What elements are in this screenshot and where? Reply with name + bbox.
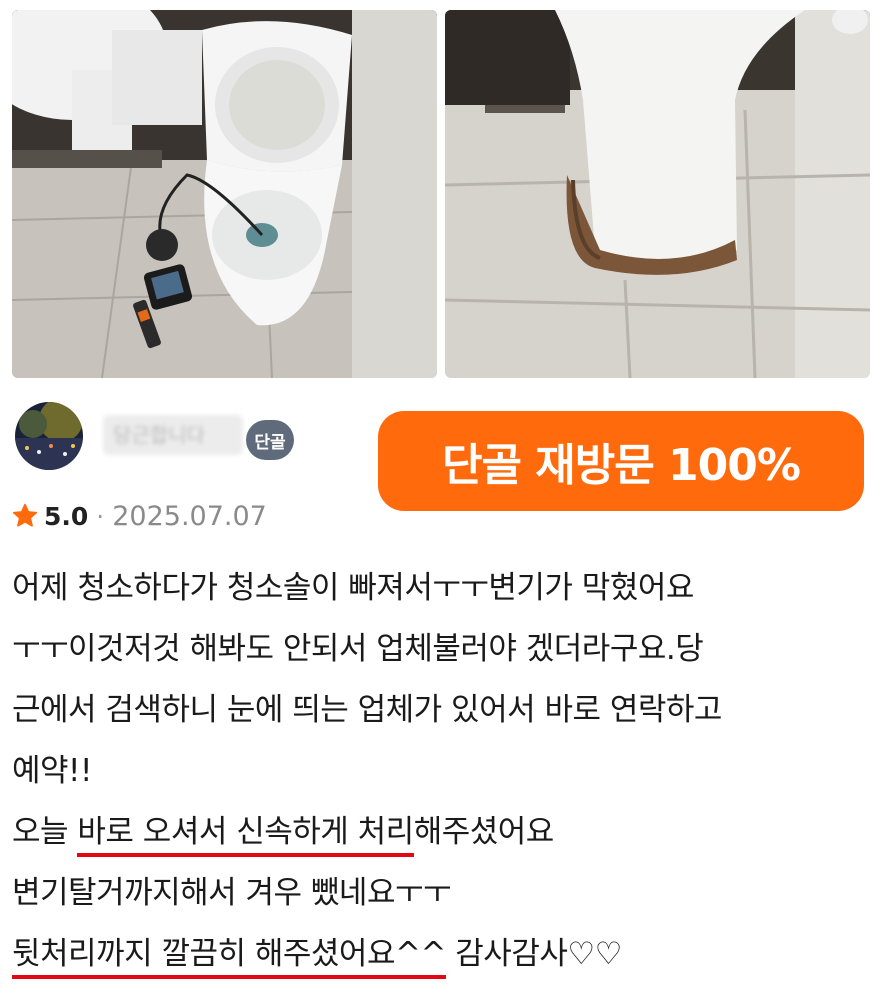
review-text-plain: 감사감사♡♡ (445, 936, 622, 972)
review-line: 근에서 검색하니 눈에 띄는 업체가 있어서 바로 연락하고 (12, 692, 722, 728)
toilet-inspection-camera-photo[interactable] (12, 10, 437, 378)
reviewer-avatar[interactable] (15, 402, 83, 470)
review-photo-gallery (12, 10, 870, 378)
underlined-highlight: 뒷처리까지 깔끔히 해주셨어요^^ (12, 936, 446, 979)
review-line: 예약!! (12, 753, 92, 789)
reviewer-nickname[interactable]: 당근합니다 (103, 415, 243, 455)
review-text-plain: 해주셨어요 (413, 814, 555, 850)
revisit-promo-banner: 단골 재방문 100% (378, 411, 864, 511)
review-text: 어제 청소하다가 청소솔이 빠져서ㅜㅜ변기가 막혔어요 ㅜㅜ이것저것 해봐도 안… (12, 558, 872, 985)
rating-separator: · (96, 501, 105, 531)
review-line: 변기탈거까지해서 겨우 뺐네요ㅜㅜ (12, 875, 452, 911)
underlined-highlight: 바로 오셔서 신속하게 처리 (77, 814, 414, 857)
regular-customer-badge: 단골 (246, 420, 294, 460)
rating-score: 5.0 (44, 501, 89, 531)
rating-row: 5.0 · 2025.07.07 (12, 496, 267, 536)
toilet-base-floor-photo[interactable] (445, 10, 870, 378)
review-line: 어제 청소하다가 청소솔이 빠져서ㅜㅜ변기가 막혔어요 (12, 570, 694, 606)
review-text-plain: 오늘 (12, 814, 78, 850)
review-line: ㅜㅜ이것저것 해봐도 안되서 업체불러야 겠더라구요.당 (12, 631, 704, 667)
review-line: 오늘 바로 오셔서 신속하게 처리해주셨어요 (12, 802, 872, 863)
review-date: 2025.07.07 (112, 500, 267, 532)
star-icon (12, 503, 38, 527)
review-line: 뒷처리까지 깔끔히 해주셨어요^^ 감사감사♡♡ (12, 924, 872, 985)
